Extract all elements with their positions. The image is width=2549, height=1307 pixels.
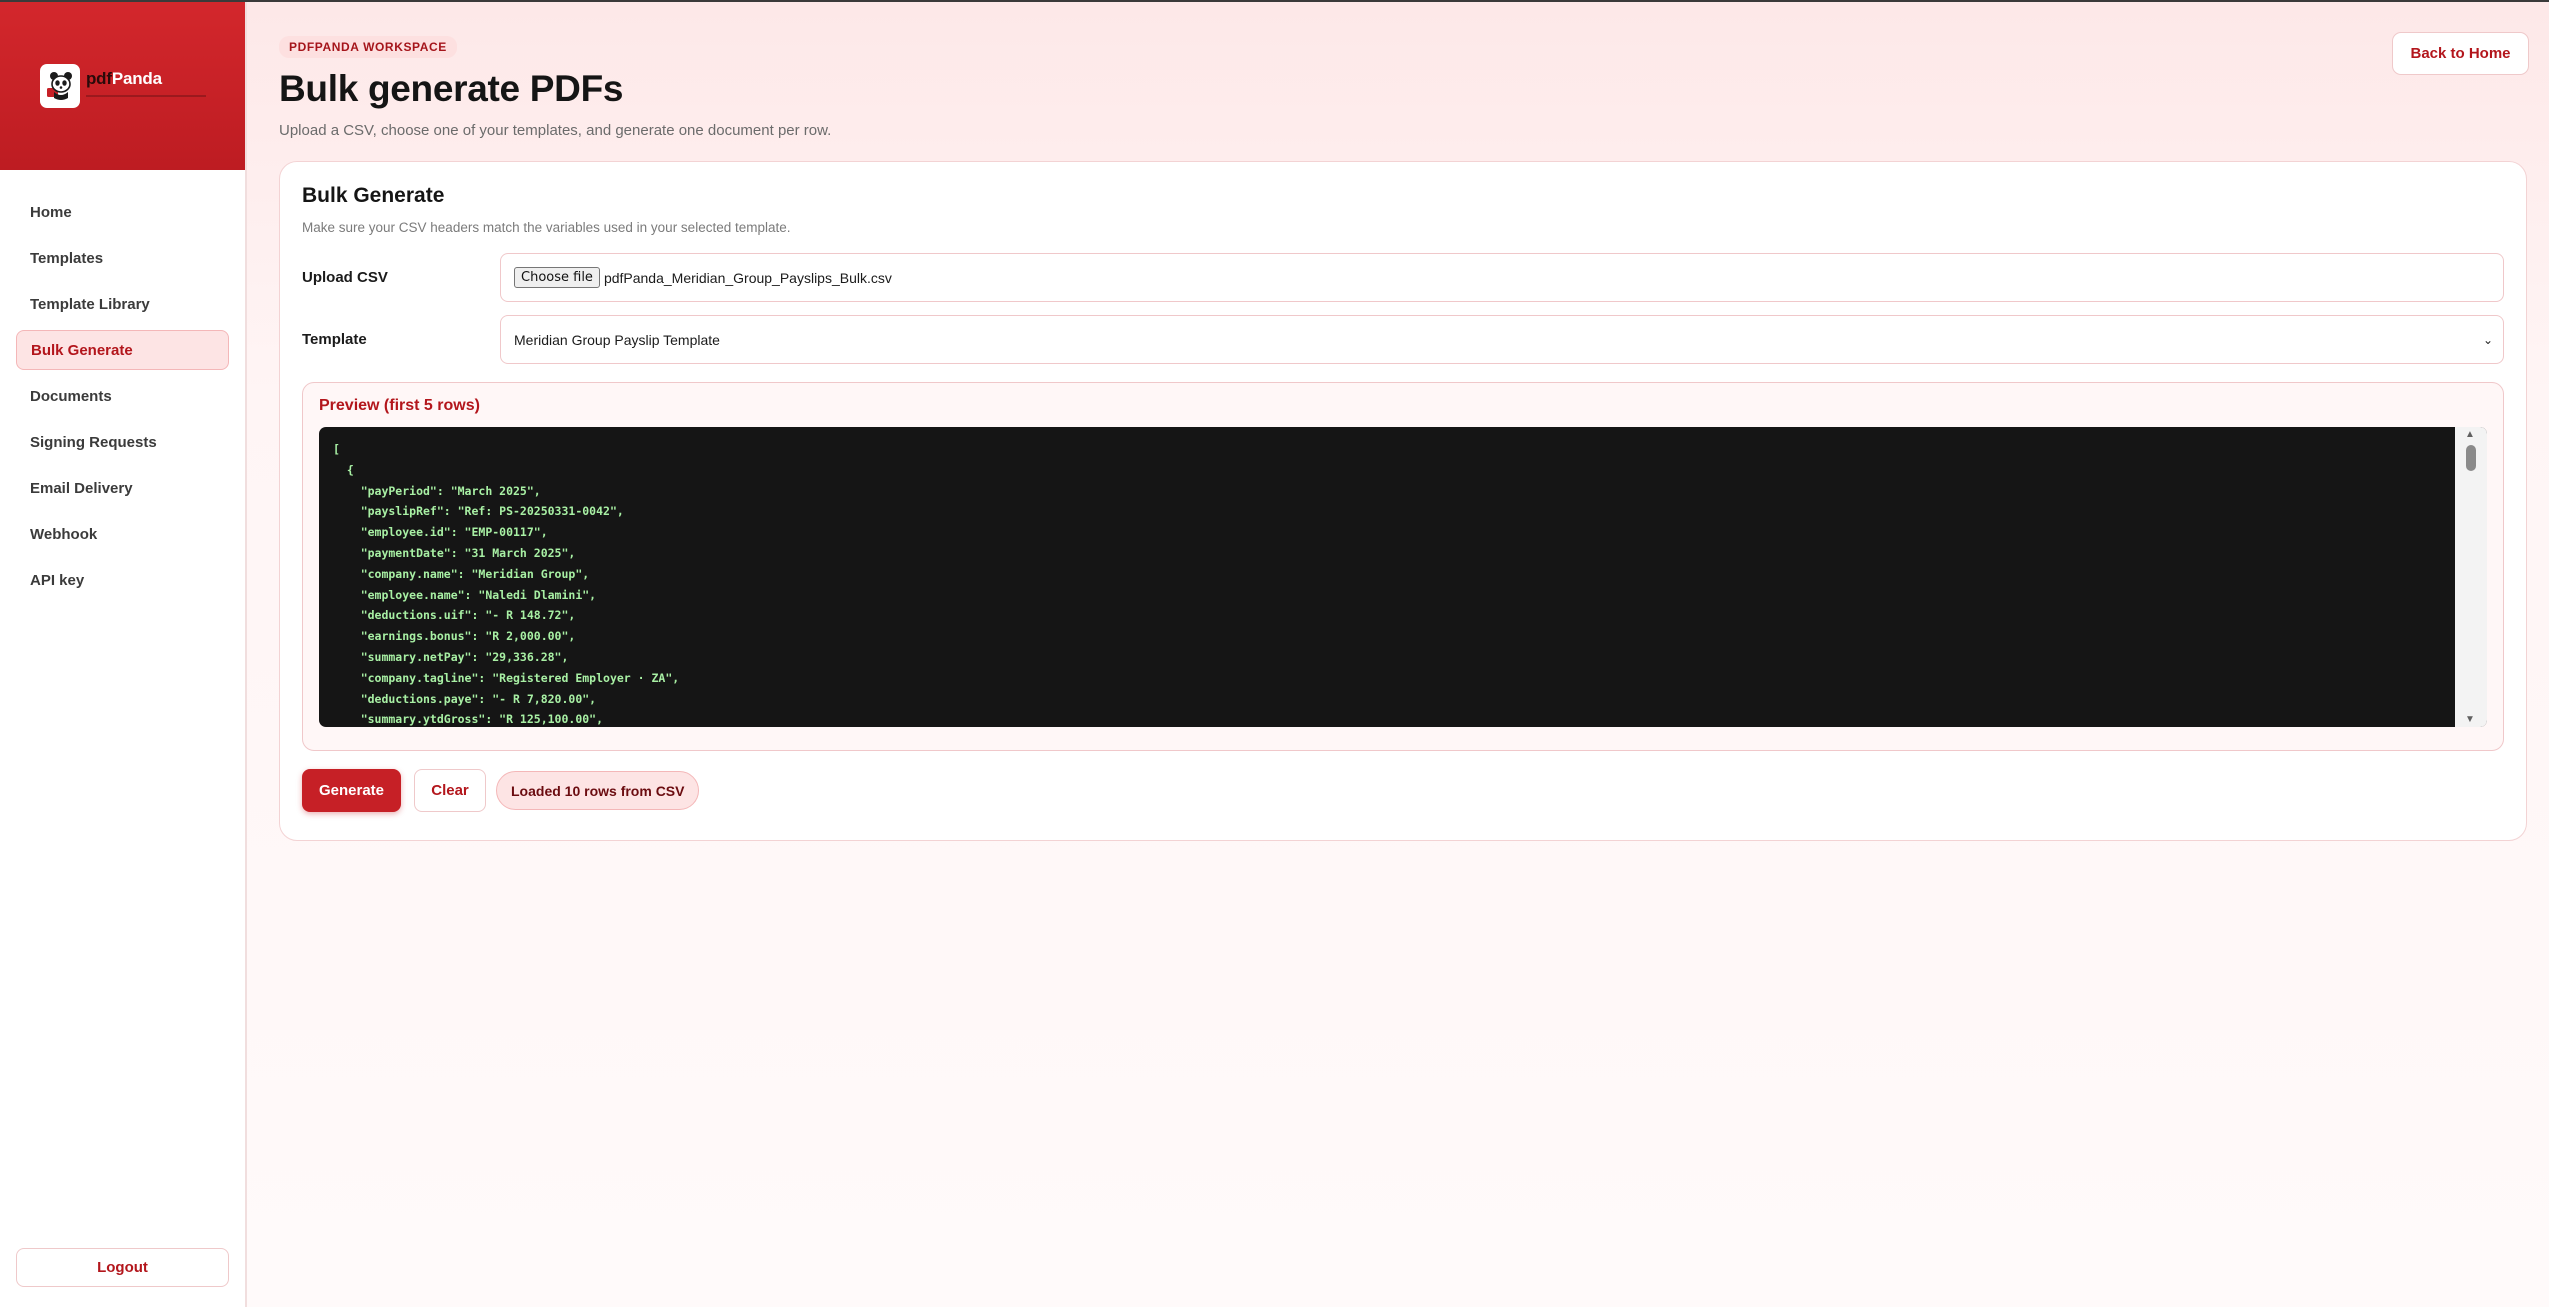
scroll-down-icon[interactable]: ▼ <box>2465 714 2475 725</box>
preview-scrollbar[interactable]: ▲ ▼ <box>2455 427 2487 727</box>
template-select[interactable]: Meridian Group Payslip Template ⌄ <box>500 315 2504 364</box>
scroll-thumb[interactable] <box>2466 445 2476 471</box>
sidebar: pdfPanda Home Templates Template Library… <box>0 2 247 1307</box>
upload-csv-label: Upload CSV <box>302 269 388 286</box>
app-root: pdfPanda Home Templates Template Library… <box>0 0 2549 1307</box>
preview-json: [ { "payPeriod": "March 2025", "payslipR… <box>333 442 680 727</box>
template-row: Template Meridian Group Payslip Template… <box>302 315 2504 364</box>
status-badge: Loaded 10 rows from CSV <box>496 771 700 810</box>
workspace-kicker: PDFPANDA WORKSPACE <box>279 36 457 58</box>
sidebar-item-email-delivery[interactable]: Email Delivery <box>16 468 229 508</box>
selected-file-name: pdfPanda_Meridian_Group_Payslips_Bulk.cs… <box>603 269 892 286</box>
preview-title: Preview (first 5 rows) <box>319 397 480 414</box>
sidebar-item-home[interactable]: Home <box>16 192 229 232</box>
main-content: PDFPANDA WORKSPACE Bulk generate PDFs Up… <box>247 2 2549 1307</box>
card-title: Bulk Generate <box>302 184 445 207</box>
bulk-generate-card: Bulk Generate Make sure your CSV headers… <box>279 161 2527 841</box>
scroll-up-icon[interactable]: ▲ <box>2465 429 2475 440</box>
choose-file-button[interactable]: Choose file <box>514 267 600 288</box>
sidebar-item-documents[interactable]: Documents <box>16 376 229 416</box>
page-subtitle: Upload a CSV, choose one of your templat… <box>279 122 832 139</box>
sidebar-item-templates[interactable]: Templates <box>16 238 229 278</box>
brand-wordmark: pdfPanda <box>86 69 206 97</box>
upload-csv-row: Upload CSV Choose file pdfPanda_Meridian… <box>302 253 2504 302</box>
actions-row: Generate Clear Loaded 10 rows from CSV <box>302 769 2504 812</box>
sidebar-item-bulk-generate[interactable]: Bulk Generate <box>16 330 229 370</box>
back-to-home-button[interactable]: Back to Home <box>2392 32 2529 75</box>
sidebar-nav: Home Templates Template Library Bulk Gen… <box>0 170 245 606</box>
page-title: Bulk generate PDFs <box>279 68 624 109</box>
sidebar-item-signing-requests[interactable]: Signing Requests <box>16 422 229 462</box>
csv-file-input[interactable]: Choose file pdfPanda_Meridian_Group_Pays… <box>500 253 2504 302</box>
panda-logo-icon <box>40 64 80 108</box>
brand-header: pdfPanda <box>0 2 245 170</box>
chevron-down-icon: ⌄ <box>2482 332 2493 347</box>
preview-code-block[interactable]: [ { "payPeriod": "March 2025", "payslipR… <box>319 427 2487 727</box>
sidebar-item-webhook[interactable]: Webhook <box>16 514 229 554</box>
template-label: Template <box>302 331 367 348</box>
clear-button[interactable]: Clear <box>414 769 486 812</box>
brand-name: pdfPanda <box>86 69 206 89</box>
brand-name-suffix: Panda <box>111 69 162 88</box>
preview-panel: Preview (first 5 rows) [ { "payPeriod": … <box>302 382 2504 751</box>
logout-button[interactable]: Logout <box>16 1248 229 1287</box>
generate-button[interactable]: Generate <box>302 769 401 812</box>
sidebar-item-template-library[interactable]: Template Library <box>16 284 229 324</box>
sidebar-item-api-key[interactable]: API key <box>16 560 229 600</box>
brand-name-prefix: pdf <box>86 69 112 88</box>
card-subtitle: Make sure your CSV headers match the var… <box>302 220 791 235</box>
template-selected-value: Meridian Group Payslip Template <box>514 331 720 348</box>
brand-underline <box>86 95 206 97</box>
